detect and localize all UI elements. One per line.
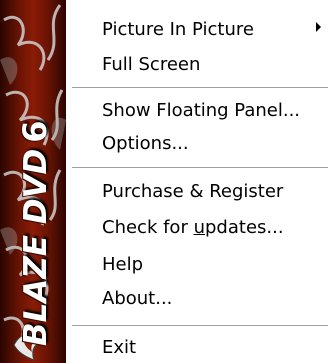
brand-logo-text: BLAZE DVD 6 xyxy=(16,120,54,346)
menu-item-label: Show Floating Panel... xyxy=(102,100,301,121)
menu-item-check-for-updates[interactable]: Check for updates... xyxy=(102,216,284,240)
menu-item-label: Full Screen xyxy=(102,54,201,75)
context-menu: BLAZE DVD 6 Picture In Picture Full Scree… xyxy=(0,0,328,363)
brand-name: BLAZE DVD xyxy=(18,148,54,346)
brand-version: 6 xyxy=(16,120,54,143)
menu-item-options[interactable]: Options... xyxy=(102,132,189,156)
brand-sidebar: BLAZE DVD 6 xyxy=(0,0,66,363)
menu-item-accelerator: u xyxy=(193,217,205,238)
menu-item-label: Options... xyxy=(102,133,189,154)
menu-item-label: Help xyxy=(102,254,144,275)
menu-item-help[interactable]: Help xyxy=(102,253,143,277)
menu-item-label: pdates... xyxy=(205,217,284,238)
menu-item-purchase-register[interactable]: Purchase & Register xyxy=(102,180,283,204)
menu-separator xyxy=(72,325,328,327)
menu-item-label: Picture In Picture xyxy=(102,19,254,40)
menu-item-exit[interactable]: Exit xyxy=(102,336,136,360)
menu-item-label: About... xyxy=(102,288,173,309)
menu-item-picture-in-picture[interactable]: Picture In Picture xyxy=(102,18,254,42)
menu-item-full-screen[interactable]: Full Screen xyxy=(102,53,200,77)
menu-item-label: Exit xyxy=(102,337,137,358)
menu-separator xyxy=(72,87,328,89)
menu-item-label: Check for xyxy=(102,217,194,238)
menu-item-show-floating-panel[interactable]: Show Floating Panel... xyxy=(102,99,300,123)
menu-separator xyxy=(72,167,328,169)
menu-item-label: Purchase & Register xyxy=(102,181,284,202)
menu-item-about[interactable]: About... xyxy=(102,287,172,311)
submenu-arrow-icon xyxy=(316,22,321,32)
